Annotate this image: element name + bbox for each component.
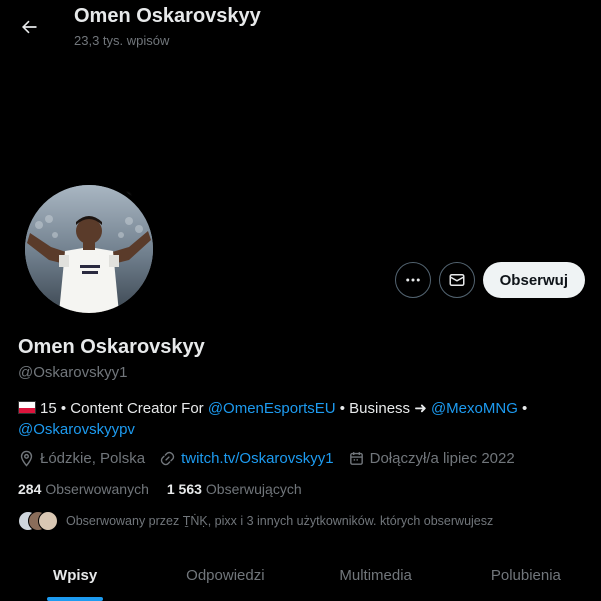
active-tab-indicator (47, 597, 104, 601)
bio-mention-oskarovskyypv[interactable]: @Oskarovskyypv (18, 421, 135, 438)
bio-text: • (517, 400, 528, 417)
poland-flag-icon (18, 401, 36, 414)
back-button[interactable] (12, 10, 46, 44)
mutual-avatars (18, 511, 58, 531)
following-label: Obserwowanych (45, 481, 149, 497)
post-count: 23,3 tys. wpisów (74, 33, 170, 48)
calendar-icon (349, 452, 363, 465)
followed-by-text: Obserwowany przez ṮṄḲ, pixx i 3 innych u… (66, 514, 494, 528)
avatar-photo (25, 185, 153, 313)
follow-counts: 284 Obserwowanych 1 563 Obserwujących (18, 481, 302, 497)
profile-actions: Obserwuj (394, 262, 585, 298)
website[interactable]: twitch.tv/Oskarovskyy1 (159, 450, 334, 467)
join-date: Dołączył/a lipiec 2022 (348, 450, 515, 467)
more-button[interactable] (394, 262, 431, 298)
followers-count[interactable]: 1 563 Obserwujących (167, 481, 302, 497)
profile-bio: 15 • Content Creator For @OmenEsportsEU … (18, 398, 583, 440)
website-link[interactable]: twitch.tv/Oskarovskyy1 (181, 450, 334, 467)
tab-replies[interactable]: Odpowiedzi (150, 550, 300, 601)
followers-number: 1 563 (166, 481, 202, 497)
location: Łódzkie, Polska (18, 450, 145, 467)
tab-label: Odpowiedzi (186, 567, 265, 584)
profile-meta: Łódzkie, Polska twitch.tv/Oskarovskyy1 D… (18, 450, 515, 467)
tab-label: Polubienia (490, 567, 561, 584)
profile-name: Omen Oskarovskyy (18, 336, 205, 358)
tab-media[interactable]: Multimedia (301, 550, 451, 601)
tab-posts[interactable]: Wpisy (0, 550, 150, 601)
followed-by[interactable]: Obserwowany przez ṮṄḲ, pixx i 3 innych u… (18, 511, 493, 531)
more-dots-icon (405, 278, 420, 282)
tab-label: Wpisy (53, 567, 98, 584)
following-count[interactable]: 284 Obserwowanych (18, 481, 149, 497)
link-icon (160, 451, 175, 466)
location-text: Łódzkie, Polska (40, 450, 146, 467)
profile-tabs: Wpisy Odpowiedzi Multimedia Polubienia (0, 550, 601, 601)
bio-text: • Business ➜ (335, 400, 431, 417)
tab-likes[interactable]: Polubienia (451, 550, 601, 601)
join-date-text: Dołączył/a lipiec 2022 (369, 450, 515, 467)
bio-text: 15 • Content Creator For (40, 400, 208, 417)
envelope-icon (449, 274, 465, 286)
message-button[interactable] (438, 262, 475, 298)
mutual-avatar (38, 511, 58, 531)
bio-mention-omenesportseu[interactable]: @OmenEsportsEU (208, 400, 336, 417)
arrow-left-icon (22, 20, 37, 34)
avatar[interactable] (21, 181, 157, 317)
followers-label: Obserwujących (205, 481, 302, 497)
follow-button[interactable]: Obserwuj (482, 262, 585, 298)
top-bar: Omen Oskarovskyy 23,3 tys. wpisów (0, 0, 601, 54)
following-number: 284 (18, 481, 42, 497)
location-pin-icon (20, 450, 33, 467)
header-title: Omen Oskarovskyy (74, 5, 261, 27)
profile-handle: @Oskarovskyy1 (18, 364, 128, 381)
tab-label: Multimedia (339, 567, 412, 584)
bio-mention-mexomng[interactable]: @MexoMNG (431, 400, 518, 417)
